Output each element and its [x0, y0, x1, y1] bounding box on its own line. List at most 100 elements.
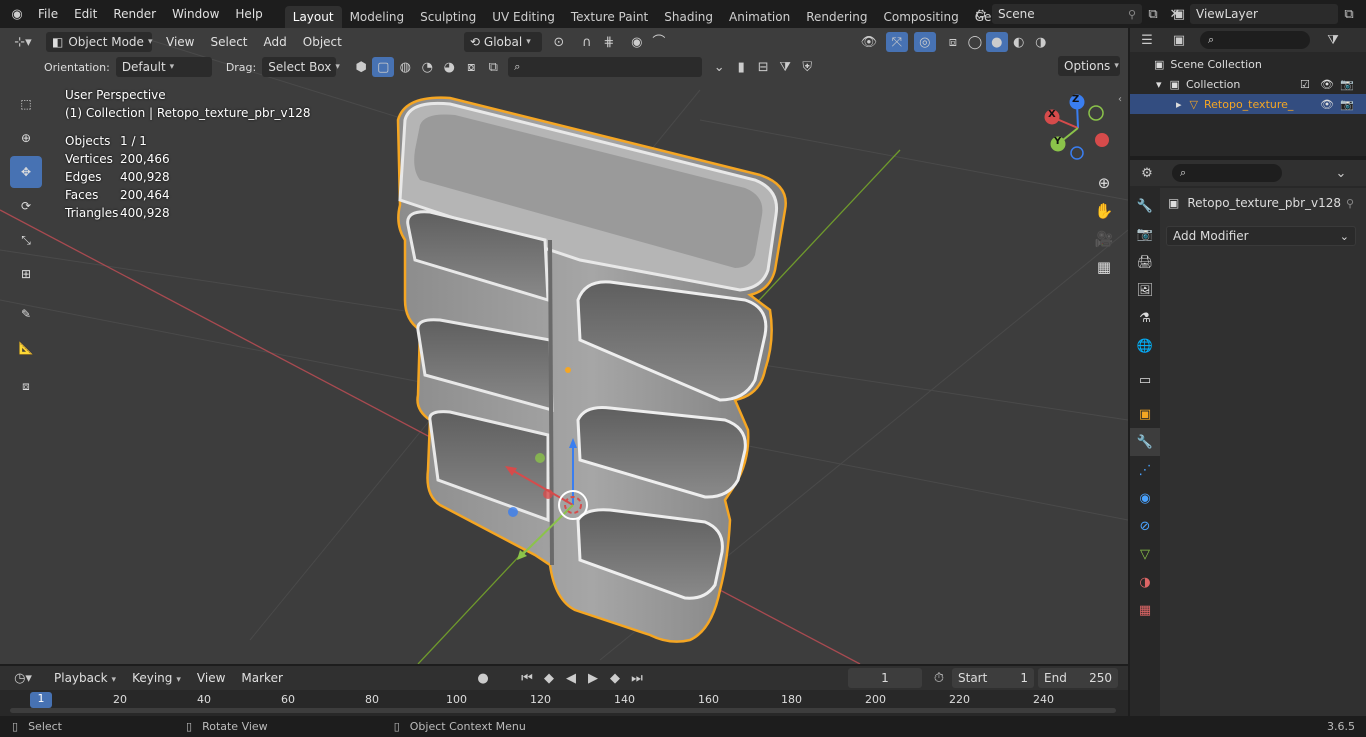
- camera-render-icon[interactable]: 📷: [1340, 98, 1354, 111]
- frame-ruler[interactable]: 1 20 40 60 80 100 120 140 160 180 200 22…: [0, 692, 1128, 708]
- jump-start-icon[interactable]: ⏮: [516, 668, 538, 688]
- checkbox-icon[interactable]: ☑: [1300, 78, 1310, 91]
- solid-shading-icon[interactable]: ●: [985, 32, 1008, 52]
- next-keyframe-icon[interactable]: ◆: [604, 668, 626, 688]
- outliner-collection[interactable]: ▾ ▣ Collection ☑ 👁 📷: [1130, 74, 1366, 94]
- tab-texture-paint[interactable]: Texture Paint: [563, 6, 656, 28]
- selectable-filter-icon[interactable]: ⬢: [350, 57, 372, 77]
- view-layer-icon[interactable]: ▣: [1168, 4, 1190, 24]
- particles-tab-icon[interactable]: ⋰: [1130, 456, 1160, 484]
- menu-file[interactable]: File: [30, 7, 66, 21]
- select-mode-invert-icon[interactable]: ◕: [438, 57, 460, 77]
- wireframe-shading-icon[interactable]: ◯: [964, 32, 986, 52]
- xray-icon[interactable]: ⧈: [942, 32, 964, 52]
- properties-type-icon[interactable]: ⚙: [1136, 163, 1158, 183]
- constraints-tab-icon[interactable]: ⊘: [1130, 512, 1160, 540]
- expand-arrow-icon[interactable]: ▸: [1176, 98, 1182, 111]
- camera-render-icon[interactable]: 📷: [1340, 78, 1354, 91]
- collapse-sidebar-icon[interactable]: ‹: [1118, 94, 1122, 105]
- view-layer-tab-icon[interactable]: 🖼: [1130, 276, 1160, 304]
- material-shading-icon[interactable]: ◐: [1008, 32, 1030, 52]
- chevron-down-icon[interactable]: ⌄: [1330, 163, 1352, 183]
- options-dropdown[interactable]: Options: [1058, 56, 1120, 76]
- menu-playback[interactable]: Playback: [46, 671, 124, 685]
- scene-tab-icon[interactable]: ⚗: [1130, 304, 1160, 332]
- view-layer-field[interactable]: ViewLayer: [1190, 4, 1338, 24]
- menu-view[interactable]: View: [158, 35, 202, 49]
- tool-search-input[interactable]: ⌕: [508, 57, 703, 77]
- rendered-shading-icon[interactable]: ◑: [1030, 32, 1052, 52]
- menu-render[interactable]: Render: [105, 7, 164, 21]
- jump-end-icon[interactable]: ⏭: [626, 668, 648, 688]
- delete-view-layer-icon[interactable]: ✕: [1360, 4, 1366, 24]
- transform-tool[interactable]: ⊞: [10, 258, 42, 290]
- play-reverse-icon[interactable]: ◀: [560, 668, 582, 688]
- stopwatch-icon[interactable]: ⏱: [928, 668, 950, 688]
- data-tab-icon[interactable]: ▽: [1130, 540, 1160, 568]
- drag-dropdown[interactable]: Select Box: [262, 57, 337, 77]
- snap-target-icon[interactable]: ⋕: [598, 32, 620, 52]
- rotate-tool[interactable]: ⟳: [10, 190, 42, 222]
- viewport-3d[interactable]: ⊹▾ ◧ Object Mode View Select Add Object …: [0, 28, 1128, 664]
- visibility-icon[interactable]: 👁: [858, 32, 880, 52]
- start-frame-field[interactable]: Start 1: [952, 668, 1034, 688]
- expand-arrow-icon[interactable]: ▾: [1156, 78, 1162, 91]
- select-box-tool[interactable]: ⬚: [10, 88, 42, 120]
- overlay-toggle-icon[interactable]: ◎: [913, 32, 936, 52]
- mode-dropdown[interactable]: ◧ Object Mode: [46, 32, 152, 52]
- new-scene-icon[interactable]: ⧉: [1142, 4, 1164, 24]
- menu-help[interactable]: Help: [227, 7, 270, 21]
- bookmark-icon[interactable]: ⌄: [708, 57, 730, 77]
- measure-tool[interactable]: 📐: [10, 332, 42, 364]
- snap-icon[interactable]: ∩: [576, 32, 598, 52]
- eye-icon[interactable]: 👁: [1320, 78, 1334, 91]
- menu-select[interactable]: Select: [202, 35, 255, 49]
- select-mode-difference-icon[interactable]: ⧉: [482, 57, 504, 77]
- menu-marker[interactable]: Marker: [233, 671, 290, 685]
- object-tab-icon[interactable]: ▣: [1130, 400, 1160, 428]
- select-mode-extend-icon[interactable]: ◍: [394, 57, 416, 77]
- camera-icon[interactable]: 🎥: [1091, 226, 1117, 252]
- prev-keyframe-icon[interactable]: ◆: [538, 668, 560, 688]
- current-frame-field[interactable]: 1: [848, 668, 922, 688]
- sort-icon[interactable]: ⊟: [752, 57, 774, 77]
- outliner-search-input[interactable]: ⌕: [1200, 31, 1310, 49]
- outliner-scene-collection[interactable]: ▣ Scene Collection: [1130, 54, 1366, 74]
- world-tab-icon[interactable]: 🌐: [1130, 332, 1160, 360]
- add-modifier-button[interactable]: Add Modifier ⌄: [1166, 226, 1356, 246]
- playhead[interactable]: 1: [30, 692, 52, 708]
- bookmark-toggle-icon[interactable]: ▮: [730, 57, 752, 77]
- select-mode-new-icon[interactable]: ▢: [372, 57, 395, 77]
- pan-hand-icon[interactable]: ✋: [1091, 198, 1117, 224]
- tab-modeling[interactable]: Modeling: [342, 6, 413, 28]
- cursor-tool[interactable]: ⊕: [10, 122, 42, 154]
- selected-object[interactable]: [396, 96, 787, 643]
- pin-icon[interactable]: ⚲: [1346, 197, 1354, 210]
- menu-object[interactable]: Object: [295, 35, 350, 49]
- new-view-layer-icon[interactable]: ⧉: [1338, 4, 1360, 24]
- tab-animation[interactable]: Animation: [721, 6, 798, 28]
- collection-tab-icon[interactable]: ▭: [1130, 366, 1160, 394]
- pivot-point-icon[interactable]: ⊙: [548, 32, 570, 52]
- material-tab-icon[interactable]: ◑: [1130, 568, 1160, 596]
- physics-tab-icon[interactable]: ◉: [1130, 484, 1160, 512]
- pin-icon[interactable]: ⚲: [1128, 8, 1136, 21]
- menu-add[interactable]: Add: [256, 35, 295, 49]
- editor-type-icon[interactable]: ⊹▾: [6, 32, 40, 52]
- eye-icon[interactable]: 👁: [1320, 98, 1334, 111]
- tab-layout[interactable]: Layout: [284, 6, 342, 28]
- outliner-type-icon[interactable]: ☰: [1136, 30, 1158, 50]
- scene-icon[interactable]: ⛭: [970, 4, 992, 24]
- modifier-tab-icon[interactable]: 🔧: [1130, 428, 1160, 456]
- timeline-scrollbar[interactable]: [10, 708, 1116, 713]
- tab-uv-editing[interactable]: UV Editing: [484, 6, 563, 28]
- falloff-icon[interactable]: ⌒: [648, 32, 670, 52]
- end-frame-field[interactable]: End 250: [1038, 668, 1118, 688]
- menu-keying[interactable]: Keying: [124, 671, 189, 685]
- annotate-tool[interactable]: ✎: [10, 298, 42, 330]
- menu-timeline-view[interactable]: View: [189, 671, 233, 685]
- add-cube-tool[interactable]: ⧈: [10, 370, 42, 402]
- output-tab-icon[interactable]: 🖨: [1130, 248, 1160, 276]
- scene-field[interactable]: Scene ⚲: [992, 4, 1142, 24]
- transform-orientation-dropdown[interactable]: ⟲ Global: [463, 32, 542, 52]
